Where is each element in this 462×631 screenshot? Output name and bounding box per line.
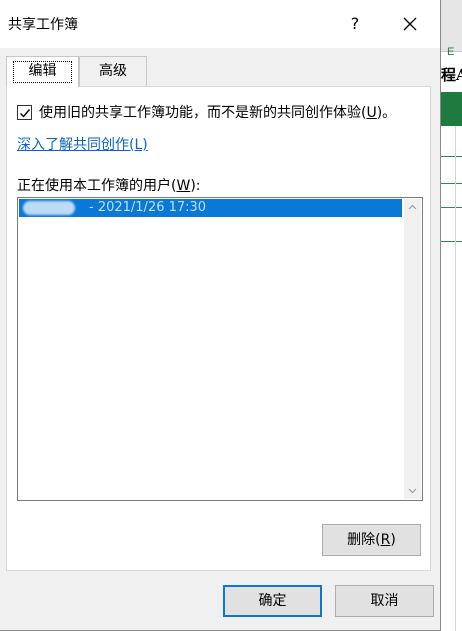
background-row-line: [441, 241, 462, 242]
background-green-band: [441, 92, 462, 126]
background-sheet-title: 程A: [441, 66, 462, 84]
tab-focus-ring: [13, 61, 72, 83]
help-icon: ?: [350, 14, 360, 33]
background-row-line: [441, 207, 462, 208]
cancel-button[interactable]: 取消: [335, 585, 434, 617]
ok-button[interactable]: 确定: [223, 585, 322, 617]
background-column-header: E: [447, 46, 455, 58]
background-ribbon: [441, 0, 462, 52]
users-listbox[interactable]: - 2021/1/26 17:30: [17, 197, 423, 501]
edit-tab-panel: 使用旧的共享工作簿功能，而不是新的共同创作体验(U)。 深入了解共同创作(L) …: [6, 86, 431, 571]
title-bar: 共享工作簿 ?: [0, 0, 440, 48]
tab-advanced-label: 高级: [99, 63, 127, 79]
close-icon: [403, 17, 417, 31]
close-button[interactable]: [394, 8, 426, 40]
background-spreadsheet: E 程A: [440, 0, 462, 631]
scroll-down-button[interactable]: [404, 482, 421, 499]
users-list-scrollbar[interactable]: [404, 199, 421, 499]
tab-advanced[interactable]: 高级: [79, 56, 147, 86]
share-workbook-dialog: 共享工作簿 ? 编辑 高级 使用旧的共享工作簿功能，而不是新的共同创作体验(U)…: [0, 0, 441, 631]
learn-coauthoring-link[interactable]: 深入了解共同创作(L): [17, 134, 148, 154]
scroll-up-button[interactable]: [404, 199, 421, 216]
help-button[interactable]: ?: [339, 8, 371, 40]
legacy-sharing-option[interactable]: 使用旧的共享工作簿功能，而不是新的共同创作体验(U)。: [17, 102, 396, 122]
chevron-down-icon: [408, 488, 417, 494]
background-row-line: [441, 156, 462, 157]
dialog-title: 共享工作簿: [8, 17, 78, 33]
users-list-label: 正在使用本工作簿的用户(W):: [17, 178, 201, 194]
user-list-item[interactable]: - 2021/1/26 17:30: [19, 199, 402, 217]
delete-user-button[interactable]: 删除(R): [322, 524, 421, 556]
checkmark-icon: [20, 108, 31, 118]
background-grid-line: [455, 126, 456, 631]
user-list-item-text: - 2021/1/26 17:30: [89, 200, 207, 215]
tab-edit[interactable]: 编辑: [6, 56, 79, 87]
legacy-sharing-checkbox[interactable]: [17, 104, 32, 120]
legacy-sharing-label: 使用旧的共享工作簿功能，而不是新的共同创作体验(U)。: [39, 105, 397, 121]
background-row-line: [441, 183, 462, 184]
chevron-up-icon: [408, 204, 417, 210]
